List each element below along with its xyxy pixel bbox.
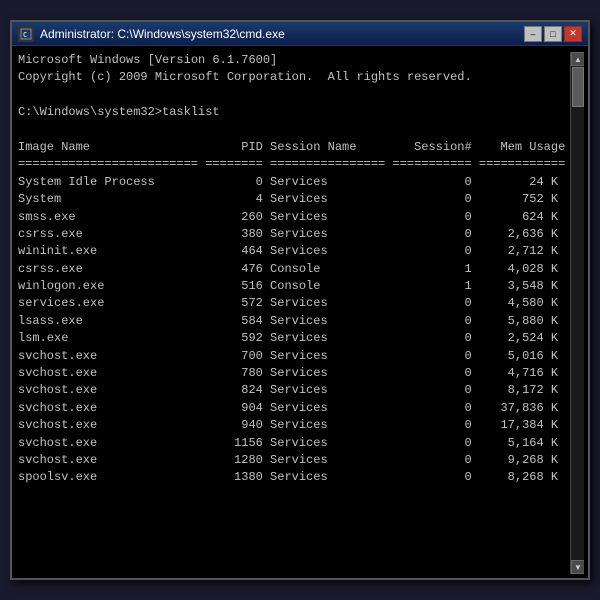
console-output: Microsoft Windows [Version 6.1.7600] Cop…	[18, 52, 570, 574]
console-body: Microsoft Windows [Version 6.1.7600] Cop…	[12, 46, 588, 578]
scroll-down-arrow[interactable]: ▼	[571, 560, 584, 574]
titlebar: C Administrator: C:\Windows\system32\cmd…	[12, 22, 588, 46]
window-controls: – □ ✕	[524, 26, 582, 42]
scrollbar-thumb[interactable]	[572, 67, 584, 107]
window-title: Administrator: C:\Windows\system32\cmd.e…	[40, 27, 524, 41]
svg-text:C: C	[23, 31, 27, 39]
scrollbar[interactable]: ▲ ▼	[570, 52, 584, 574]
minimize-button[interactable]: –	[524, 26, 542, 42]
cmd-window: C Administrator: C:\Windows\system32\cmd…	[10, 20, 590, 580]
close-button[interactable]: ✕	[564, 26, 582, 42]
scrollbar-track[interactable]	[571, 66, 584, 560]
maximize-button[interactable]: □	[544, 26, 562, 42]
window-icon: C	[18, 26, 34, 42]
scroll-up-arrow[interactable]: ▲	[571, 52, 584, 66]
